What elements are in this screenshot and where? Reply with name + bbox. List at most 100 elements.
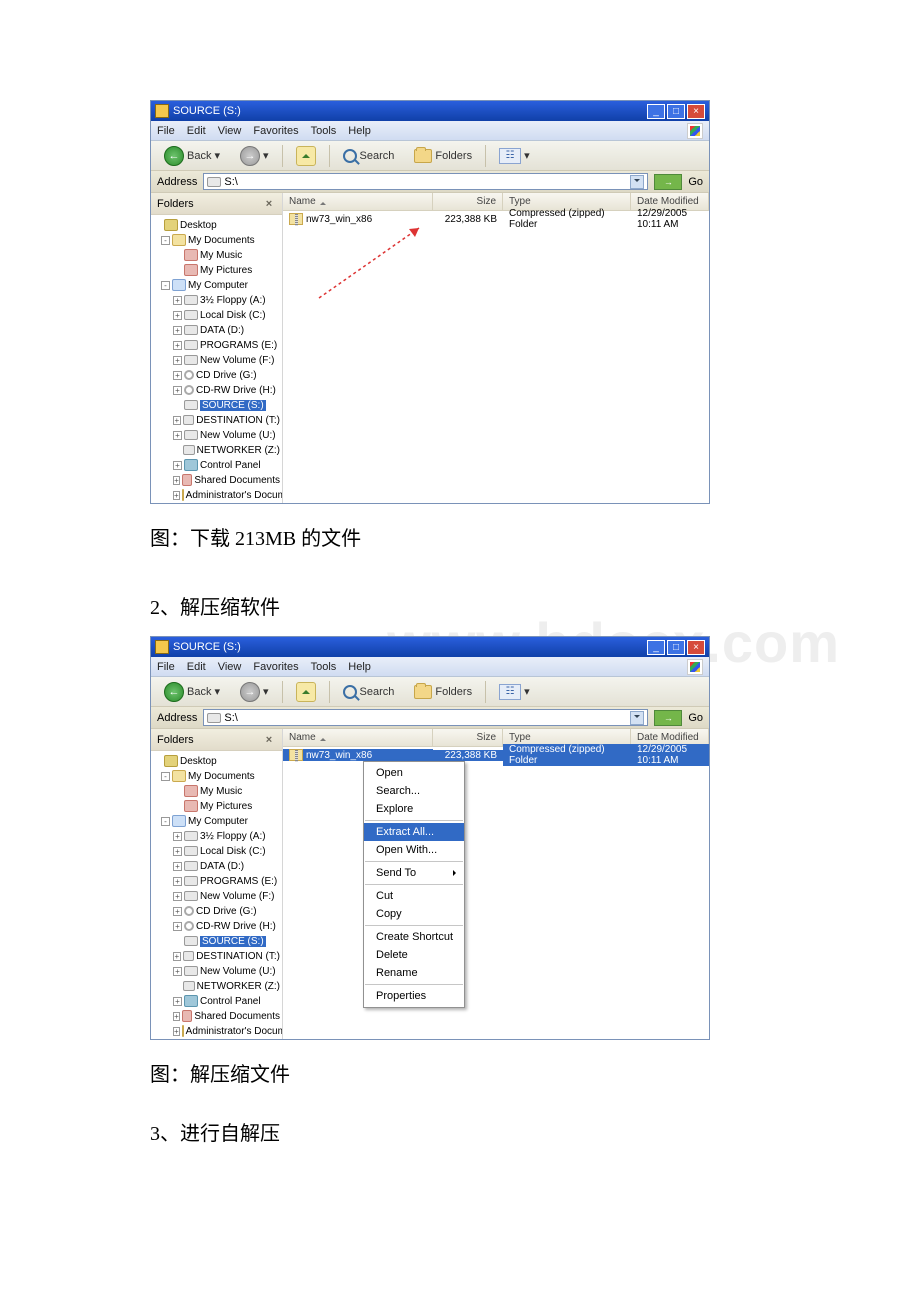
- tree-node[interactable]: My Pictures: [173, 263, 280, 277]
- menu-edit[interactable]: Edit: [187, 661, 206, 673]
- maximize-button[interactable]: □: [667, 104, 685, 119]
- menu-edit[interactable]: Edit: [187, 125, 206, 137]
- context-menu-item[interactable]: Rename: [364, 964, 464, 982]
- folders-button[interactable]: Folders: [407, 146, 479, 166]
- tree-node[interactable]: NETWORKER (Z:): [173, 979, 280, 993]
- tree-node[interactable]: +New Volume (F:): [173, 353, 280, 367]
- views-button[interactable]: ☷▾: [492, 681, 537, 703]
- tree-node[interactable]: +CD Drive (G:): [173, 904, 280, 918]
- expand-toggle[interactable]: -: [161, 817, 170, 826]
- tree-node[interactable]: +CD-RW Drive (H:): [173, 383, 280, 397]
- folder-tree[interactable]: Desktop-My DocumentsMy MusicMy Pictures-…: [151, 215, 282, 503]
- expand-toggle[interactable]: +: [173, 892, 182, 901]
- tree-node[interactable]: NETWORKER (Z:): [173, 443, 280, 457]
- expand-toggle[interactable]: +: [173, 1012, 180, 1021]
- tree-node[interactable]: SOURCE (S:): [173, 398, 280, 412]
- expand-toggle[interactable]: +: [173, 832, 182, 841]
- context-menu-item[interactable]: Properties: [364, 987, 464, 1005]
- expand-toggle[interactable]: +: [173, 476, 180, 485]
- tree-node[interactable]: +Control Panel: [173, 994, 280, 1008]
- expand-toggle[interactable]: +: [173, 907, 182, 916]
- address-dropdown[interactable]: [630, 175, 644, 189]
- context-menu-item[interactable]: Explore: [364, 800, 464, 818]
- views-button[interactable]: ☷▾: [492, 145, 537, 167]
- tree-node[interactable]: -My Computer: [161, 278, 280, 292]
- titlebar[interactable]: SOURCE (S:) _ □ ×: [151, 637, 709, 657]
- context-menu-item[interactable]: Create Shortcut: [364, 928, 464, 946]
- maximize-button[interactable]: □: [667, 640, 685, 655]
- list-item[interactable]: nw73_win_x86 223,388 KB Compressed (zipp…: [283, 211, 709, 227]
- col-name[interactable]: Name: [283, 729, 433, 746]
- expand-toggle[interactable]: +: [173, 416, 181, 425]
- address-input[interactable]: S:\: [203, 173, 648, 190]
- context-menu-item[interactable]: Copy: [364, 905, 464, 923]
- expand-toggle[interactable]: +: [173, 356, 182, 365]
- expand-toggle[interactable]: +: [173, 491, 180, 500]
- tree-node[interactable]: +Shared Documents: [173, 1009, 280, 1023]
- tree-node[interactable]: My Music: [173, 784, 280, 798]
- folders-button[interactable]: Folders: [407, 682, 479, 702]
- context-menu-item[interactable]: Cut: [364, 887, 464, 905]
- tree-node[interactable]: My Music: [173, 248, 280, 262]
- expand-toggle[interactable]: +: [173, 997, 182, 1006]
- tree-node[interactable]: My Pictures: [173, 799, 280, 813]
- back-button[interactable]: ←Back ▾: [157, 143, 227, 169]
- menu-view[interactable]: View: [218, 125, 242, 137]
- expand-toggle[interactable]: +: [173, 461, 182, 470]
- context-menu-item[interactable]: Delete: [364, 946, 464, 964]
- folders-pane-close[interactable]: ×: [262, 197, 276, 211]
- tree-node[interactable]: +PROGRAMS (E:): [173, 338, 280, 352]
- tree-node[interactable]: +Shared Documents: [173, 473, 280, 487]
- tree-node[interactable]: +DATA (D:): [173, 859, 280, 873]
- tree-node[interactable]: +Control Panel: [173, 458, 280, 472]
- close-button[interactable]: ×: [687, 640, 705, 655]
- tree-node[interactable]: +3½ Floppy (A:): [173, 829, 280, 843]
- up-button[interactable]: [289, 143, 323, 169]
- menu-help[interactable]: Help: [348, 125, 371, 137]
- tree-node[interactable]: +Administrator's Documents: [173, 488, 280, 502]
- menu-tools[interactable]: Tools: [311, 125, 337, 137]
- expand-toggle[interactable]: +: [173, 877, 182, 886]
- expand-toggle[interactable]: +: [173, 922, 182, 931]
- context-menu-item[interactable]: Search...: [364, 782, 464, 800]
- tree-node[interactable]: +Administrator's Documents: [173, 1024, 280, 1038]
- back-button[interactable]: ←Back ▾: [157, 679, 227, 705]
- folder-tree[interactable]: Desktop-My DocumentsMy MusicMy Pictures-…: [151, 751, 282, 1039]
- expand-toggle[interactable]: +: [173, 311, 182, 320]
- minimize-button[interactable]: _: [647, 104, 665, 119]
- tree-node[interactable]: SOURCE (S:): [173, 934, 280, 948]
- tree-node[interactable]: +Local Disk (C:): [173, 308, 280, 322]
- tree-node[interactable]: +New Volume (U:): [173, 428, 280, 442]
- context-menu-item[interactable]: Open With...: [364, 841, 464, 859]
- expand-toggle[interactable]: +: [173, 386, 182, 395]
- tree-node[interactable]: -My Documents: [161, 233, 280, 247]
- context-menu-item[interactable]: Send To: [364, 864, 464, 882]
- expand-toggle[interactable]: -: [161, 772, 170, 781]
- expand-toggle[interactable]: -: [161, 281, 170, 290]
- tree-node[interactable]: -My Computer: [161, 814, 280, 828]
- titlebar[interactable]: SOURCE (S:) _ □ ×: [151, 101, 709, 121]
- tree-node[interactable]: Desktop: [153, 218, 280, 232]
- menu-help[interactable]: Help: [348, 661, 371, 673]
- expand-toggle[interactable]: +: [173, 862, 182, 871]
- tree-node[interactable]: +DATA (D:): [173, 323, 280, 337]
- tree-node[interactable]: +New Volume (F:): [173, 889, 280, 903]
- list-item-selected[interactable]: nw73_win_x86 223,388 KB Compressed (zipp…: [283, 747, 709, 763]
- go-button[interactable]: →: [654, 710, 682, 726]
- search-button[interactable]: Search: [336, 682, 402, 702]
- folders-pane-close[interactable]: ×: [262, 733, 276, 747]
- menu-file[interactable]: File: [157, 661, 175, 673]
- menu-file[interactable]: File: [157, 125, 175, 137]
- go-button[interactable]: →: [654, 174, 682, 190]
- up-button[interactable]: [289, 679, 323, 705]
- expand-toggle[interactable]: +: [173, 952, 181, 961]
- address-dropdown[interactable]: [630, 711, 644, 725]
- forward-button[interactable]: → ▾: [233, 679, 276, 705]
- col-name[interactable]: Name: [283, 193, 433, 210]
- tree-node[interactable]: +DESTINATION (T:): [173, 949, 280, 963]
- tree-node[interactable]: +CD-RW Drive (H:): [173, 919, 280, 933]
- search-button[interactable]: Search: [336, 146, 402, 166]
- tree-node[interactable]: +3½ Floppy (A:): [173, 293, 280, 307]
- expand-toggle[interactable]: +: [173, 1027, 180, 1036]
- tree-node[interactable]: +PROGRAMS (E:): [173, 874, 280, 888]
